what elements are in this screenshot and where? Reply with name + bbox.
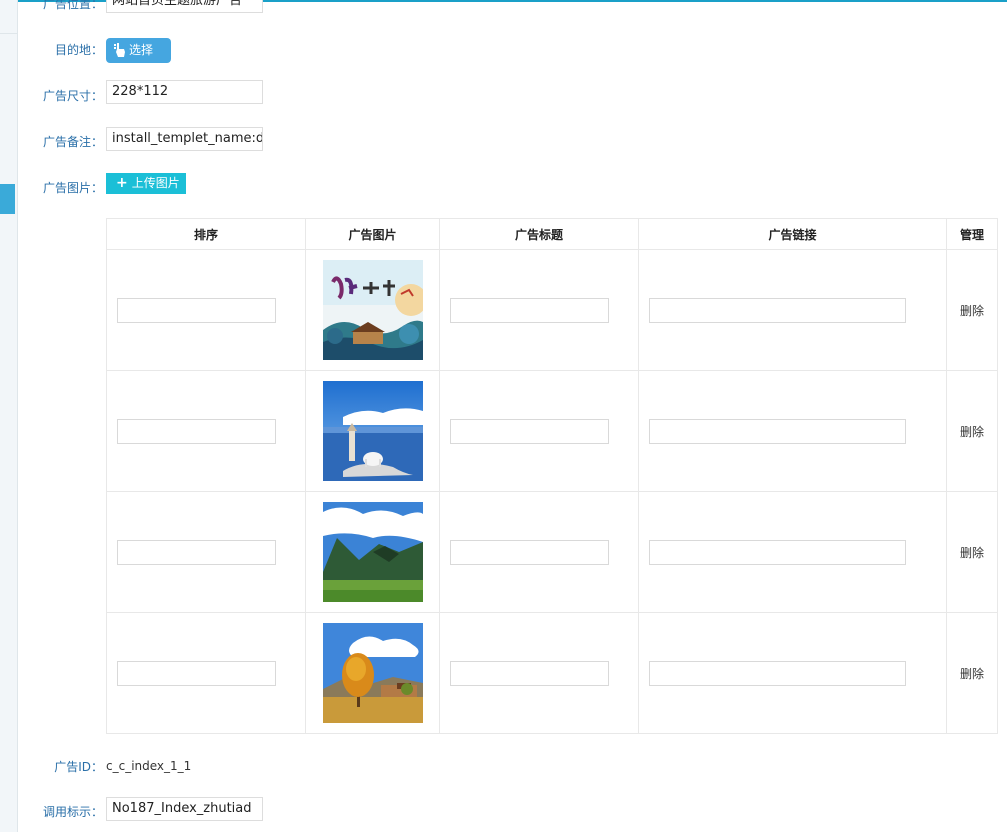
- choose-destination-button[interactable]: 选择: [106, 38, 171, 63]
- upload-button-label: 上传图片: [131, 176, 180, 190]
- delete-link[interactable]: 删除: [960, 425, 984, 439]
- title-input[interactable]: [450, 418, 609, 444]
- position-label: 广告位置：: [42, 0, 103, 11]
- table-row: 删除: [106, 612, 998, 734]
- table-header-row: 排序 广告图片 广告标题 广告链接 管理: [106, 218, 998, 250]
- col-header-link: 广告链接: [638, 218, 947, 250]
- link-input[interactable]: [649, 660, 906, 686]
- title-input[interactable]: [450, 297, 609, 323]
- pointer-hand-icon: [114, 42, 125, 57]
- col-header-order: 排序: [106, 218, 306, 250]
- call-tag-input[interactable]: No187_Index_zhutiad: [106, 797, 263, 821]
- ad-thumbnail[interactable]: [322, 623, 423, 723]
- size-label: 广告尺寸：: [42, 89, 103, 103]
- delete-link[interactable]: 删除: [960, 304, 984, 318]
- title-input[interactable]: [450, 660, 609, 686]
- delete-link[interactable]: 删除: [960, 546, 984, 560]
- link-input[interactable]: [649, 297, 906, 323]
- col-header-title: 广告标题: [439, 218, 639, 250]
- choose-button-label: 选择: [129, 43, 154, 57]
- table-row: 删除: [106, 370, 998, 492]
- remark-label: 广告备注：: [42, 135, 103, 149]
- link-input[interactable]: [649, 418, 906, 444]
- order-input[interactable]: [117, 539, 276, 565]
- remark-input[interactable]: install_templet_name:dv: [106, 127, 263, 151]
- position-input[interactable]: 网站首页主题旅游广告: [106, 0, 263, 13]
- title-input[interactable]: [450, 539, 609, 565]
- sidebar-divider: [0, 33, 17, 34]
- ad-thumbnail[interactable]: [322, 502, 423, 602]
- ad-thumbnail[interactable]: [322, 260, 423, 360]
- size-input[interactable]: 228*112: [106, 80, 263, 104]
- col-header-image: 广告图片: [305, 218, 440, 250]
- ad-id-value: c_c_index_1_1: [106, 759, 192, 773]
- ad-thumbnail[interactable]: [322, 381, 423, 481]
- table-row: 删除: [106, 491, 998, 613]
- upload-image-button[interactable]: + 上传图片: [106, 173, 186, 194]
- order-input[interactable]: [117, 418, 276, 444]
- order-input[interactable]: [117, 660, 276, 686]
- destination-label: 目的地：: [54, 43, 103, 57]
- ad-id-label: 广告ID：: [54, 760, 103, 774]
- plus-icon: +: [116, 175, 128, 191]
- col-header-manage: 管理: [946, 218, 998, 250]
- image-label: 广告图片：: [42, 181, 103, 195]
- delete-link[interactable]: 删除: [960, 667, 984, 681]
- link-input[interactable]: [649, 539, 906, 565]
- table-row: 删除: [106, 249, 998, 371]
- ad-image-table: 排序 广告图片 广告标题 广告链接 管理 删除 删除 删除 删除: [106, 218, 998, 734]
- order-input[interactable]: [117, 297, 276, 323]
- left-sidebar: [0, 0, 18, 832]
- call-tag-label: 调用标示：: [42, 805, 103, 819]
